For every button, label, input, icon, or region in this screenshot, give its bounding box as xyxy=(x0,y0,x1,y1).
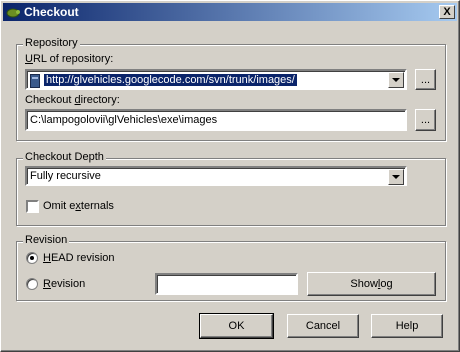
tortoise-icon xyxy=(6,5,20,19)
url-value: http://glvehicles.googlecode.com/svn/tru… xyxy=(44,74,297,86)
dir-value: C:\lampogolovii\glVehicles\exe\images xyxy=(30,114,218,126)
url-combobox[interactable]: http://glvehicles.googlecode.com/svn/tru… xyxy=(25,69,407,90)
help-button[interactable]: Help xyxy=(371,314,443,338)
revision-group-label: Revision xyxy=(23,234,70,246)
title-bar[interactable]: Checkout X xyxy=(3,3,457,21)
show-log-button[interactable]: Show l og xyxy=(307,272,436,296)
dir-label: Checkout directory: xyxy=(25,94,120,106)
cancel-button[interactable]: Cancel xyxy=(287,314,359,338)
revision-label[interactable]: Revision xyxy=(43,278,85,290)
revision-radio[interactable] xyxy=(26,278,38,290)
repository-icon xyxy=(30,74,40,88)
chevron-down-icon xyxy=(392,175,400,179)
window-title: Checkout xyxy=(24,5,79,19)
url-label: URL of repository: xyxy=(25,53,114,65)
url-dropdown-button[interactable] xyxy=(388,72,404,88)
chevron-down-icon xyxy=(392,78,400,82)
omit-externals-checkbox[interactable] xyxy=(26,200,39,213)
close-button[interactable]: X xyxy=(439,5,455,19)
dir-input[interactable]: C:\lampogolovii\glVehicles\exe\images xyxy=(25,109,407,131)
ok-button[interactable]: OK xyxy=(199,313,274,339)
checkout-dialog: Checkout X Repository URL of repository:… xyxy=(0,0,460,352)
depth-value: Fully recursive xyxy=(30,170,101,182)
head-revision-radio[interactable] xyxy=(26,252,38,264)
depth-group-label: Checkout Depth xyxy=(23,151,106,163)
head-revision-label[interactable]: HEAD revision xyxy=(43,252,115,264)
revision-input[interactable] xyxy=(155,273,298,295)
browse-dir-button[interactable]: ... xyxy=(415,109,436,131)
repository-group-label: Repository xyxy=(23,37,80,49)
close-icon: X xyxy=(443,5,451,18)
depth-select[interactable]: Fully recursive xyxy=(25,166,407,186)
depth-dropdown-button[interactable] xyxy=(388,169,404,185)
omit-externals-label[interactable]: Omit externals xyxy=(43,200,114,212)
browse-url-button[interactable]: ... xyxy=(415,69,436,90)
